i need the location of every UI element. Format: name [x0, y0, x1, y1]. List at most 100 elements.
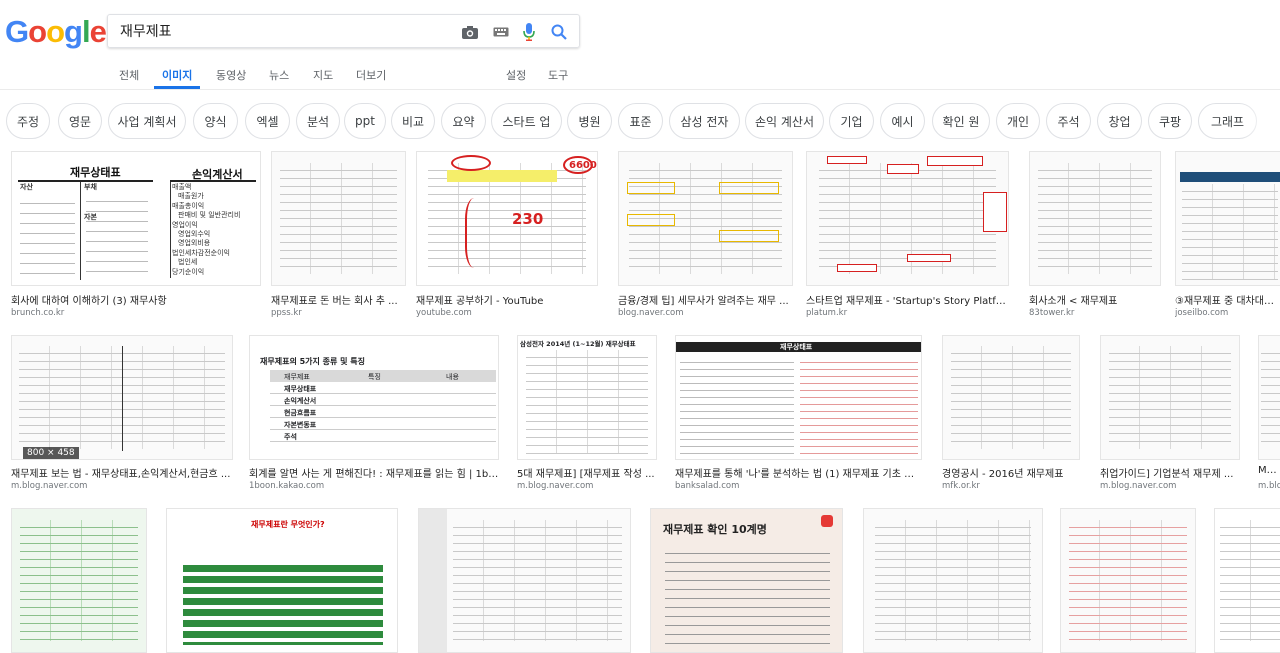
image-result[interactable]: MK N m.blog	[1258, 335, 1280, 495]
chip[interactable]: 스타트 업	[491, 103, 562, 139]
chip[interactable]: 쿠팡	[1148, 103, 1192, 139]
chip[interactable]: 병원	[567, 103, 612, 139]
result-thumbnail[interactable]: 재무상태표	[675, 335, 922, 460]
result-title[interactable]: MK N	[1258, 465, 1280, 476]
chip[interactable]: 주정	[6, 103, 50, 139]
image-result[interactable]: 재무제표의 5가지 종류 및 특징 재무제표 특징 내용 재무상태표 손익계산서…	[249, 335, 499, 495]
result-title[interactable]: 경영공시 - 2016년 재무제표	[942, 465, 1080, 480]
chip[interactable]: 확인 원	[932, 103, 990, 139]
image-result[interactable]: 경영공시 - 2016년 재무제표 mfk.or.kr	[942, 335, 1080, 495]
result-thumbnail[interactable]	[11, 508, 147, 653]
result-domain: blog.naver.com	[618, 308, 684, 318]
tab-news[interactable]: 뉴스	[269, 67, 289, 83]
image-result[interactable]: 취업가이드] 기업분석 재무제 ... m.blog.naver.com	[1100, 335, 1240, 495]
result-thumbnail[interactable]: 6600 230	[416, 151, 598, 286]
image-result[interactable]	[1060, 508, 1196, 653]
image-result[interactable]: 800 × 458 재무제표 보는 법 - 재무상태표,손익계산서,현금흐 ..…	[11, 335, 233, 495]
result-title[interactable]: 회사소개 < 재무제표	[1029, 292, 1161, 307]
result-domain: brunch.co.kr	[11, 308, 65, 318]
chip[interactable]: 양식	[193, 103, 238, 139]
chip[interactable]: 요약	[441, 103, 486, 139]
tab-all[interactable]: 전체	[119, 67, 139, 83]
chip[interactable]: 비교	[391, 103, 435, 139]
chip[interactable]: ppt	[344, 103, 386, 139]
result-domain: youtube.com	[416, 308, 472, 318]
image-result[interactable]: 6600 230 재무제표 공부하기 - YouTube youtube.com	[416, 151, 598, 321]
result-thumbnail[interactable]	[1258, 335, 1280, 460]
image-result[interactable]	[1214, 508, 1280, 653]
image-size-badge: 800 × 458	[23, 447, 79, 459]
result-thumbnail[interactable]: 재무제표의 5가지 종류 및 특징 재무제표 특징 내용 재무상태표 손익계산서…	[249, 335, 499, 460]
result-thumbnail[interactable]: 재무제표 확인 10계명	[650, 508, 843, 653]
search-box[interactable]	[107, 14, 580, 48]
search-icon[interactable]	[549, 22, 569, 42]
chip[interactable]: 손익 계산서	[745, 103, 824, 139]
image-result[interactable]: 재무제표란 무엇인가?	[166, 508, 398, 653]
result-thumbnail[interactable]: 삼성전자 2014년 (1~12월) 재무상태표	[517, 335, 657, 460]
search-input[interactable]	[120, 23, 440, 39]
result-title[interactable]: 재무제표를 통해 '나'를 분석하는 법 (1) 재무제표 기초 알 ...	[675, 465, 922, 480]
result-thumbnail[interactable]	[1029, 151, 1161, 286]
tab-videos[interactable]: 동영상	[216, 67, 246, 83]
chip[interactable]: 기업	[829, 103, 874, 139]
result-title[interactable]: 5대 재무제표] [재무제표 작성 ...	[517, 465, 657, 480]
chip[interactable]: 개인	[996, 103, 1040, 139]
result-domain: mfk.or.kr	[942, 481, 980, 491]
chip[interactable]: 영문	[58, 103, 102, 139]
image-result[interactable]: ③재무제표 중 대차대조표 joseilbo.com	[1175, 151, 1280, 321]
google-logo[interactable]: Google	[5, 14, 107, 50]
chip[interactable]: 창업	[1097, 103, 1142, 139]
settings-link[interactable]: 설정	[506, 67, 526, 83]
chip[interactable]: 삼성 전자	[669, 103, 740, 139]
image-result[interactable]: 스타트업 재무제표 - 'Startup's Story Platform' p…	[806, 151, 1009, 321]
result-thumbnail[interactable]	[1100, 335, 1240, 460]
result-title[interactable]: 금융/경제 팁] 세무사가 알려주는 재무 ...	[618, 292, 793, 307]
result-title[interactable]: 재무제표 보는 법 - 재무상태표,손익계산서,현금흐 ...	[11, 465, 233, 480]
tools-link[interactable]: 도구	[548, 67, 568, 83]
camera-icon[interactable]	[460, 22, 480, 42]
result-title[interactable]: ③재무제표 중 대차대조표	[1175, 292, 1280, 307]
image-result[interactable]: 재무상태표 재무제표를 통해 '나'를 분석하는 법 (1) 재무제표 기초 알…	[675, 335, 922, 495]
result-title[interactable]: 회계를 알면 사는 게 편해진다! : 재무제표를 읽는 힘 | 1boon	[249, 465, 499, 480]
microphone-icon[interactable]	[519, 22, 539, 42]
result-domain: 83tower.kr	[1029, 308, 1075, 318]
chip[interactable]: 엑셀	[245, 103, 290, 139]
image-result[interactable]: 재무상태표 손익계산서 자산 부채 자본 매출액 매출원가 매출총이익 판매비 …	[11, 151, 261, 321]
keyboard-icon[interactable]	[491, 22, 511, 42]
tab-images[interactable]: 이미지	[162, 67, 192, 83]
image-result[interactable]	[11, 508, 147, 653]
chip[interactable]: 주석	[1046, 103, 1091, 139]
image-result[interactable]: 회사소개 < 재무제표 83tower.kr	[1029, 151, 1161, 321]
chip[interactable]: 분석	[296, 103, 340, 139]
result-title[interactable]: 재무제표 공부하기 - YouTube	[416, 292, 598, 307]
result-thumbnail[interactable]	[1214, 508, 1280, 653]
tab-maps[interactable]: 지도	[313, 67, 333, 83]
result-domain: platum.kr	[806, 308, 848, 318]
image-result[interactable]: 재무제표로 돈 버는 회사 추 ... ppss.kr	[271, 151, 406, 321]
chip[interactable]: 예시	[880, 103, 925, 139]
result-title[interactable]: 스타트업 재무제표 - 'Startup's Story Platform'	[806, 292, 1009, 307]
result-thumbnail[interactable]	[1175, 151, 1280, 286]
image-result[interactable]: 재무제표 확인 10계명	[650, 508, 843, 653]
image-result[interactable]: 삼성전자 2014년 (1~12월) 재무상태표 5대 재무제표] [재무제표 …	[517, 335, 657, 495]
image-result[interactable]	[418, 508, 631, 653]
result-thumbnail[interactable]	[11, 335, 233, 460]
result-title[interactable]: 재무제표로 돈 버는 회사 추 ...	[271, 292, 406, 307]
chip[interactable]: 표준	[618, 103, 663, 139]
result-domain: joseilbo.com	[1175, 308, 1229, 318]
result-thumbnail[interactable]: 재무제표란 무엇인가?	[166, 508, 398, 653]
result-thumbnail[interactable]	[863, 508, 1043, 653]
result-thumbnail[interactable]: 재무상태표 손익계산서 자산 부채 자본 매출액 매출원가 매출총이익 판매비 …	[11, 151, 261, 286]
result-title[interactable]: 회사에 대하여 이해하기 (3) 재무사항	[11, 292, 261, 307]
result-thumbnail[interactable]	[618, 151, 793, 286]
image-result[interactable]	[863, 508, 1043, 653]
result-thumbnail[interactable]	[271, 151, 406, 286]
result-thumbnail[interactable]	[942, 335, 1080, 460]
result-thumbnail[interactable]	[418, 508, 631, 653]
result-thumbnail[interactable]	[806, 151, 1009, 286]
image-result[interactable]: 금융/경제 팁] 세무사가 알려주는 재무 ... blog.naver.com	[618, 151, 793, 321]
result-title[interactable]: 취업가이드] 기업분석 재무제 ...	[1100, 465, 1240, 480]
result-thumbnail[interactable]	[1060, 508, 1196, 653]
chip[interactable]: 사업 계획서	[108, 103, 186, 139]
tab-more[interactable]: 더보기	[356, 67, 386, 83]
